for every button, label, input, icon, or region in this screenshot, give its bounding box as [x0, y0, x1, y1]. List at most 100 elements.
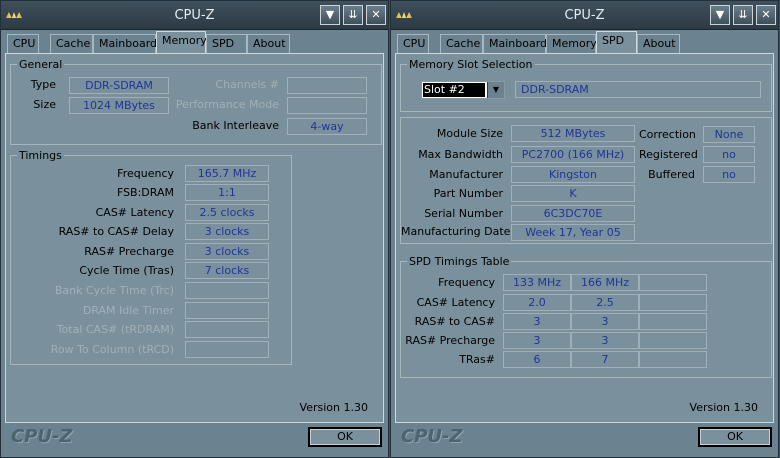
- spd-cell: [639, 313, 707, 330]
- timing-label: DRAM Idle Timer: [82, 304, 174, 317]
- spd-cell: 3: [571, 313, 639, 330]
- timing-value: 165.7 MHz: [185, 165, 269, 182]
- manufacturing-date-value: Week 17, Year 05: [511, 224, 635, 241]
- buffered-value: no: [703, 166, 755, 183]
- chevron-down-icon: ▼: [325, 8, 335, 21]
- rollup-button[interactable]: ⇊: [343, 5, 363, 25]
- tab-mainboard[interactable]: Mainboard: [483, 34, 547, 53]
- tab-cpu[interactable]: CPU: [7, 34, 39, 53]
- size-value: 1024 MBytes: [69, 97, 169, 114]
- cpuz-logo: CPU-Z: [401, 426, 463, 447]
- group-title: Timings: [17, 149, 64, 162]
- timing-label: Total CAS# (tRDRAM): [56, 323, 174, 336]
- minimize-button[interactable]: ▼: [710, 5, 730, 25]
- version-label: Version 1.30: [689, 401, 758, 414]
- tab-about[interactable]: About: [637, 34, 680, 53]
- spd-panel: Memory Slot Selection Slot #2 ▼ DDR-SDRA…: [395, 53, 774, 423]
- spd-cell: 2.5: [571, 294, 639, 311]
- tab-memory[interactable]: Memory: [546, 34, 597, 53]
- channels-label: Channels #: [215, 78, 279, 91]
- spd-row-label: Frequency: [438, 276, 495, 289]
- timing-value: 2.5 clocks: [185, 204, 269, 221]
- spd-cell: 3: [503, 313, 571, 330]
- ok-button[interactable]: OK: [308, 427, 382, 447]
- spd-cell: [639, 351, 707, 368]
- spd-cell: 6: [503, 351, 571, 368]
- double-chevron-down-icon: ⇊: [348, 8, 358, 21]
- module-info-group: Module Size 512 MBytes Max Bandwidth PC2…: [400, 117, 772, 244]
- manufacturing-date-label: Manufacturing Date: [401, 225, 511, 238]
- version-label: Version 1.30: [299, 401, 368, 414]
- timing-value: 3 clocks: [185, 223, 269, 240]
- max-bandwidth-label: Max Bandwidth: [418, 148, 503, 161]
- slot-selection-group: Memory Slot Selection Slot #2 ▼ DDR-SDRA…: [400, 58, 772, 112]
- manufacturer-label: Manufacturer: [429, 168, 503, 181]
- timing-value: [185, 302, 269, 319]
- cpuz-window-memory: CPU-Z ▼ ⇊ ✕ CPU Cache Mainboard Memory S…: [0, 0, 389, 458]
- type-label: Type: [30, 78, 56, 91]
- footer: Version 1.30 CPU-Z OK: [1, 401, 388, 457]
- timing-value: [185, 321, 269, 338]
- dropdown-arrow-icon[interactable]: ▼: [487, 82, 504, 98]
- spd-cell: 7: [571, 351, 639, 368]
- timing-value: 1:1: [185, 184, 269, 201]
- tab-memory[interactable]: Memory: [156, 31, 207, 54]
- manufacturer-value: Kingston: [511, 166, 635, 183]
- spd-cell: 133 MHz: [503, 274, 571, 291]
- correction-label: Correction: [639, 128, 696, 141]
- tab-spd[interactable]: SPD: [596, 31, 637, 54]
- ok-button[interactable]: OK: [698, 427, 772, 447]
- minimize-button[interactable]: ▼: [320, 5, 340, 25]
- module-size-label: Module Size: [436, 127, 503, 140]
- slot-type-value: DDR-SDRAM: [515, 81, 761, 98]
- part-number-value: K: [511, 185, 635, 202]
- spd-row-label: TRas#: [459, 353, 495, 366]
- group-title: SPD Timings Table: [407, 255, 512, 268]
- tab-cpu[interactable]: CPU: [397, 34, 429, 53]
- timing-value: 7 clocks: [185, 262, 269, 279]
- size-label: Size: [33, 98, 56, 111]
- part-number-label: Part Number: [433, 187, 503, 200]
- spd-cell: 3: [571, 332, 639, 349]
- spd-cell: 2.0: [503, 294, 571, 311]
- tab-about[interactable]: About: [247, 34, 290, 53]
- buffered-label: Buffered: [648, 168, 695, 181]
- serial-number-label: Serial Number: [424, 207, 503, 220]
- timing-label: Bank Cycle Time (Trc): [54, 284, 174, 297]
- module-size-value: 512 MBytes: [511, 125, 635, 142]
- tab-spd[interactable]: SPD: [206, 34, 247, 53]
- close-button[interactable]: ✕: [366, 5, 386, 25]
- channels-value: [287, 77, 367, 94]
- timing-label: RAS# to CAS# Delay: [58, 225, 174, 238]
- performance-mode-value: [287, 97, 367, 114]
- double-chevron-down-icon: ⇊: [738, 8, 748, 21]
- correction-value: None: [703, 126, 755, 143]
- rollup-button[interactable]: ⇊: [733, 5, 753, 25]
- group-title: Memory Slot Selection: [407, 58, 535, 71]
- type-value: DDR-SDRAM: [69, 77, 169, 94]
- tab-cache[interactable]: Cache: [50, 34, 93, 53]
- tab-cache[interactable]: Cache: [440, 34, 483, 53]
- title-bar[interactable]: CPU-Z ▼ ⇊ ✕: [1, 1, 388, 30]
- timing-label: CAS# Latency: [95, 206, 174, 219]
- slot-select[interactable]: Slot #2 ▼: [421, 81, 505, 99]
- timing-label: RAS# Precharge: [84, 245, 174, 258]
- registered-value: no: [703, 146, 755, 163]
- bank-interleave-label: Bank Interleave: [192, 119, 279, 132]
- timing-value: [185, 341, 269, 358]
- timing-label: Row To Column (tRCD): [50, 343, 174, 356]
- max-bandwidth-value: PC2700 (166 MHz): [511, 146, 635, 163]
- title-bar[interactable]: CPU-Z ▼ ⇊ ✕: [391, 1, 778, 30]
- spd-cell: [639, 294, 707, 311]
- close-button[interactable]: ✕: [756, 5, 776, 25]
- tab-mainboard[interactable]: Mainboard: [93, 34, 157, 53]
- performance-mode-label: Performance Mode: [175, 98, 279, 111]
- footer: Version 1.30 CPU-Z OK: [391, 401, 778, 457]
- spd-cell: 166 MHz: [571, 274, 639, 291]
- close-icon: ✕: [761, 8, 771, 21]
- cpuz-window-spd: CPU-Z ▼ ⇊ ✕ CPU Cache Mainboard Memory S…: [390, 0, 779, 458]
- timing-label: Frequency: [117, 167, 174, 180]
- memory-panel: General Type DDR-SDRAM Size 1024 MBytes …: [5, 53, 384, 423]
- general-group: General Type DDR-SDRAM Size 1024 MBytes …: [10, 58, 382, 145]
- spd-cell: [639, 332, 707, 349]
